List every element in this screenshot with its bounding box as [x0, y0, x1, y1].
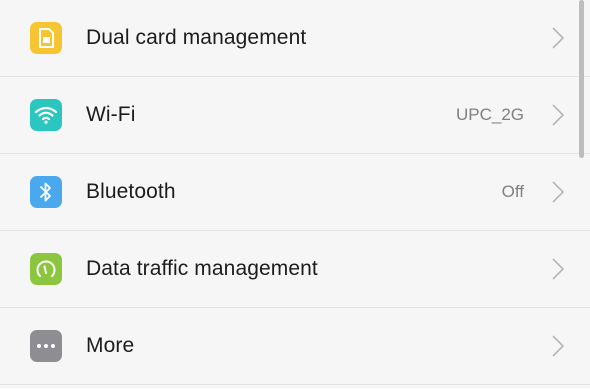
settings-item-label: More — [86, 334, 135, 357]
scrollbar[interactable] — [579, 0, 584, 158]
chevron-right-icon — [552, 258, 564, 280]
settings-item-bluetooth[interactable]: Bluetooth Off — [0, 154, 590, 231]
more-dots-icon — [30, 330, 62, 362]
settings-item-more[interactable]: More — [0, 308, 590, 385]
chevron-right-icon — [552, 104, 564, 126]
settings-item-label: Wi-Fi — [86, 103, 136, 126]
settings-list: Dual card management Wi-Fi UPC_2G Blueto… — [0, 0, 590, 385]
wifi-icon — [30, 99, 62, 131]
chevron-right-icon — [552, 181, 564, 203]
sim-card-icon — [30, 22, 62, 54]
settings-screen: Dual card management Wi-Fi UPC_2G Blueto… — [0, 0, 590, 389]
bluetooth-status-value: Off — [501, 182, 524, 201]
wifi-network-value: UPC_2G — [455, 105, 524, 124]
chevron-right-icon — [552, 335, 564, 357]
settings-item-label: Data traffic management — [86, 257, 318, 280]
chevron-right-icon — [552, 27, 564, 49]
settings-item-label: Bluetooth — [86, 180, 176, 203]
settings-item-dual-card[interactable]: Dual card management — [0, 0, 590, 77]
settings-item-label: Dual card management — [86, 26, 307, 49]
settings-item-data-traffic[interactable]: Data traffic management — [0, 231, 590, 308]
settings-item-wifi[interactable]: Wi-Fi UPC_2G — [0, 77, 590, 154]
bluetooth-icon — [30, 176, 62, 208]
data-gauge-icon — [30, 253, 62, 285]
